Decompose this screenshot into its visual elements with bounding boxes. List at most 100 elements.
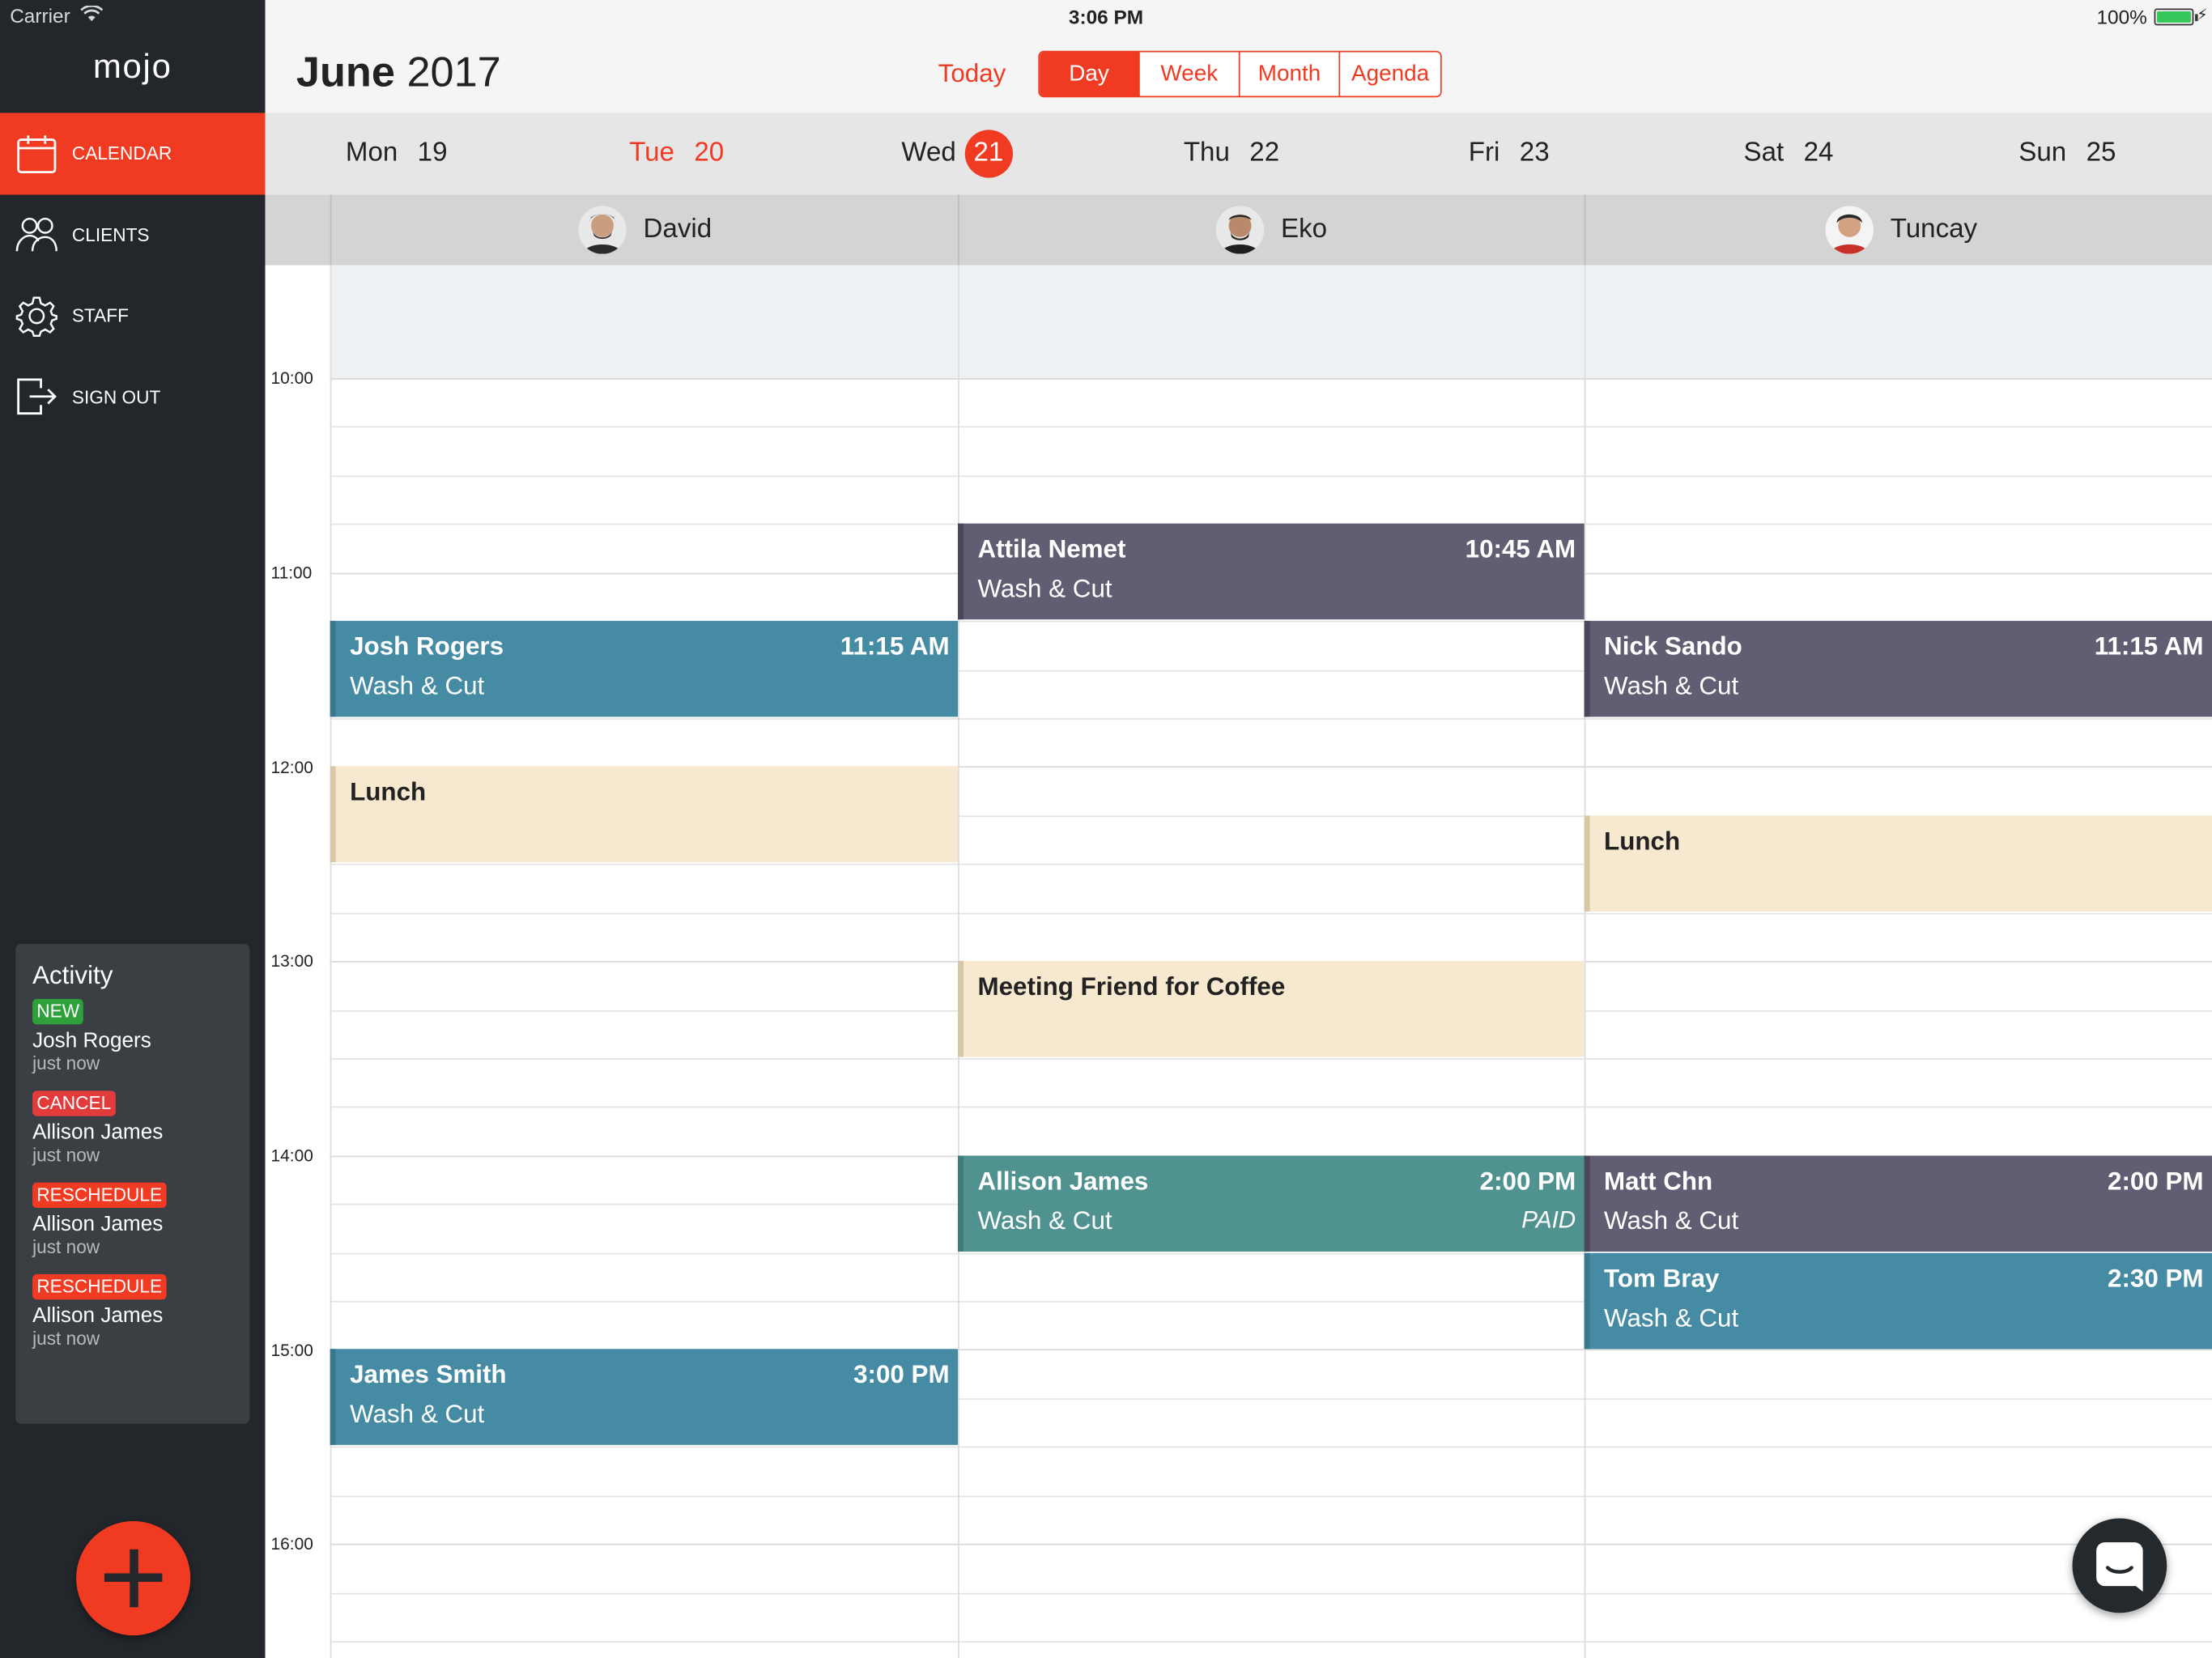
appointment-time: 3:00 PM <box>853 1360 950 1389</box>
column-divider <box>330 265 332 1658</box>
sidebar-item-label: CALENDAR <box>71 142 172 164</box>
staff-name: David <box>643 214 713 244</box>
clients-icon <box>15 214 57 256</box>
status-badge: RESCHEDULE <box>32 1273 167 1300</box>
staff-name: Eko <box>1281 214 1328 244</box>
day-wed-selected[interactable]: Wed 21 <box>901 113 1013 194</box>
year-label: 2017 <box>406 49 501 96</box>
day-number: 20 <box>694 138 725 168</box>
appointment-card[interactable]: Tom Bray 2:30 PM Wash & Cut <box>1584 1252 2212 1350</box>
quarter-line <box>330 1592 2212 1595</box>
sidebar-item-sign-out[interactable]: SIGN OUT <box>0 356 266 437</box>
staff-header-tuncay[interactable]: Tuncay <box>1825 195 1977 266</box>
day-sun[interactable]: Sun 25 <box>2018 113 2116 194</box>
app-root: Carrier 3:06 PM 100% ⚡ mojo CALENDAR CLI… <box>0 0 2212 1658</box>
status-bar: Carrier 3:06 PM 100% ⚡ <box>0 0 2212 31</box>
appointment-card[interactable]: Attila Nemet 10:45 AM Wash & Cut <box>958 523 1585 620</box>
appointment-card[interactable]: Josh Rogers 11:15 AM Wash & Cut <box>330 620 959 717</box>
day-sat[interactable]: Sat 24 <box>1744 113 1834 194</box>
appointment-time: 11:15 AM <box>2094 631 2204 661</box>
view-agenda-button[interactable]: Agenda <box>1340 52 1440 96</box>
break-card[interactable]: Lunch <box>1584 815 2212 912</box>
day-name: Tue <box>629 138 674 168</box>
sign-out-icon <box>15 376 57 418</box>
appointment-card[interactable]: Nick Sando 11:15 AM Wash & Cut <box>1584 620 2212 717</box>
activity-panel: Activity NEW Josh Rogers just now CANCEL… <box>15 944 250 1424</box>
sidebar-item-label: SIGN OUT <box>71 386 161 408</box>
break-title: Lunch <box>1604 827 1681 856</box>
add-appointment-button[interactable] <box>76 1520 191 1636</box>
personal-event-card[interactable]: Meeting Friend for Coffee <box>958 960 1585 1057</box>
appointment-time: 2:00 PM <box>1479 1167 1576 1196</box>
activity-time: just now <box>32 1328 100 1350</box>
service-name: Wash & Cut <box>1604 671 1739 700</box>
avatar <box>1215 206 1265 254</box>
activity-client-name: Josh Rogers <box>32 1028 151 1053</box>
week-days-row: Mon 19 Tue 20 Wed 21 Thu 22 Fri 23 Sat 24 Sun 2… <box>265 113 2212 195</box>
status-badge: RESCHEDULE <box>32 1182 167 1208</box>
day-mon[interactable]: Mon 19 <box>346 113 448 194</box>
sidebar-item-calendar[interactable]: CALENDAR <box>0 113 266 194</box>
time-label: 14:00 <box>270 1146 313 1166</box>
charging-icon: ⚡ <box>2197 6 2208 24</box>
day-tue[interactable]: Tue 20 <box>629 113 724 194</box>
activity-time: just now <box>32 1052 100 1074</box>
client-name: James Smith <box>350 1360 507 1389</box>
appointment-time: 11:15 AM <box>840 631 950 661</box>
half-hour-line <box>330 1446 2212 1448</box>
half-hour-line <box>330 1058 2212 1060</box>
break-card[interactable]: Lunch <box>330 766 959 862</box>
half-hour-line <box>330 1641 2212 1643</box>
today-button[interactable]: Today <box>938 59 1006 89</box>
day-number: 22 <box>1249 138 1280 168</box>
view-switcher: Day Week Month Agenda <box>1038 50 1442 98</box>
day-name: Sun <box>2018 138 2067 168</box>
staff-header-david[interactable]: David <box>578 195 712 266</box>
activity-item[interactable]: RESCHEDULE Allison James just now <box>32 1273 249 1350</box>
client-name: Nick Sando <box>1604 631 1742 661</box>
client-name: Attila Nemet <box>977 534 1126 563</box>
closed-hours-block <box>330 265 2212 379</box>
day-name: Mon <box>345 138 398 168</box>
staff-header-eko[interactable]: Eko <box>1215 195 1328 266</box>
activity-item[interactable]: RESCHEDULE Allison James just now <box>32 1182 249 1257</box>
activity-item[interactable]: NEW Josh Rogers just now <box>32 999 249 1073</box>
sidebar-item-clients[interactable]: CLIENTS <box>0 194 266 275</box>
service-name: Wash & Cut <box>350 671 485 700</box>
quarter-line <box>330 1106 2212 1108</box>
appointment-card[interactable]: Matt Chn 2:00 PM Wash & Cut <box>1584 1155 2212 1252</box>
page-title: June 2017 <box>296 49 501 97</box>
day-name: Fri <box>1468 138 1500 168</box>
client-name: Tom Bray <box>1604 1264 1720 1293</box>
activity-time: just now <box>32 1144 100 1166</box>
time-label: 15:00 <box>270 1340 313 1361</box>
client-name: Josh Rogers <box>350 631 504 661</box>
sidebar-item-label: CLIENTS <box>71 223 150 245</box>
gear-icon <box>15 295 57 337</box>
time-label: 13:00 <box>270 950 313 971</box>
sidebar-item-staff[interactable]: STAFF <box>0 275 266 356</box>
appointment-card[interactable]: Allison James 2:00 PM Wash & Cut PAID <box>958 1155 1585 1252</box>
avatar <box>1825 206 1874 254</box>
clock: 3:06 PM <box>1068 5 1144 28</box>
view-month-button[interactable]: Month <box>1240 52 1341 96</box>
sidebar-item-label: STAFF <box>71 304 129 327</box>
day-number: 25 <box>2086 138 2116 168</box>
appointment-card[interactable]: James Smith 3:00 PM Wash & Cut <box>330 1349 959 1445</box>
half-hour-line <box>330 475 2212 478</box>
status-badge: NEW <box>32 999 84 1025</box>
view-day-button[interactable]: Day <box>1040 52 1140 96</box>
time-label: 12:00 <box>270 757 313 778</box>
day-fri[interactable]: Fri 23 <box>1469 113 1550 194</box>
staff-row: David Eko Tuncay <box>265 194 2212 266</box>
sidebar-nav: CALENDAR CLIENTS STAFF SIGN OUT <box>0 113 266 437</box>
view-week-button[interactable]: Week <box>1139 52 1240 96</box>
day-thu[interactable]: Thu 22 <box>1184 113 1279 194</box>
day-grid[interactable]: 10:00 11:00 12:00 13:00 14:00 15:00 16:0… <box>265 265 2212 1658</box>
chat-support-button[interactable] <box>2072 1518 2167 1613</box>
activity-client-name: Allison James <box>32 1120 164 1145</box>
column-divider <box>330 194 332 266</box>
month-label: June <box>296 49 395 96</box>
activity-title: Activity <box>32 960 113 989</box>
activity-item[interactable]: CANCEL Allison James just now <box>32 1090 249 1166</box>
